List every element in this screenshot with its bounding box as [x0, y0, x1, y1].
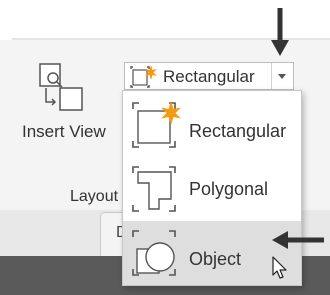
insert-view-label[interactable]: Insert View — [22, 122, 106, 142]
menu-item-polygonal[interactable]: Polygonal — [123, 157, 301, 221]
annotation-arrow-left-icon — [270, 228, 326, 252]
dropdown-selected-label: Rectangular — [163, 67, 255, 86]
object-view-icon — [129, 227, 183, 281]
panel-label-layout: Layout — [70, 188, 119, 205]
polygonal-view-icon — [129, 163, 183, 217]
rectangular-view-icon — [129, 99, 183, 153]
view-type-dropdown[interactable]: Rectangular — [124, 62, 294, 90]
menu-item-rectangular[interactable]: Rectangular — [123, 93, 301, 157]
mouse-pointer-icon — [272, 256, 288, 280]
menu-item-label: Object — [189, 249, 242, 269]
rectangular-view-icon — [127, 63, 159, 91]
annotation-arrow-down-icon — [268, 6, 292, 58]
menu-item-label: Polygonal — [189, 179, 269, 199]
chevron-down-icon — [278, 74, 286, 79]
dropdown-arrow-button[interactable] — [271, 63, 294, 89]
menu-item-label: Rectangular — [189, 121, 287, 141]
insert-view-icon[interactable] — [38, 62, 98, 114]
